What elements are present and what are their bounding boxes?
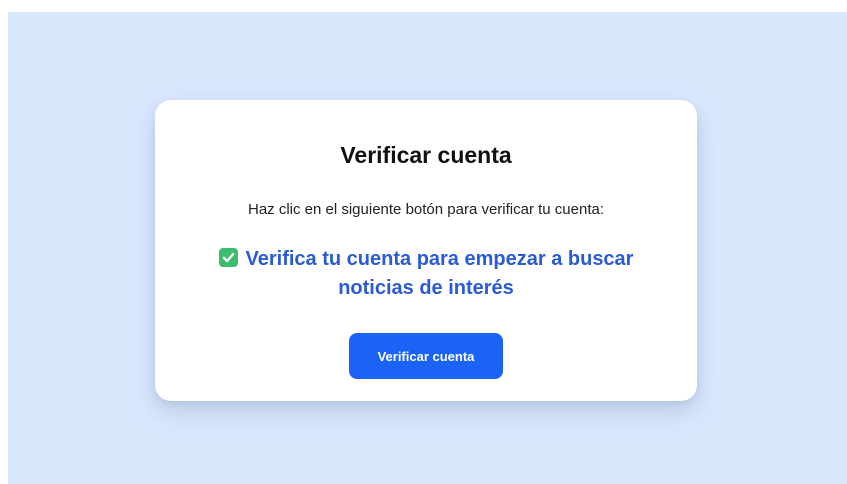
page-background: Verificar cuenta Haz clic en el siguient…: [8, 12, 847, 484]
check-mark-icon: [218, 248, 238, 267]
card-title: Verificar cuenta: [340, 142, 512, 168]
highlight-message: Verifica tu cuenta para empezar a buscar…: [215, 245, 637, 303]
highlight-line-2: noticias de interés: [338, 277, 514, 299]
highlight-line-1: Verifica tu cuenta para empezar a buscar: [245, 248, 634, 270]
verify-account-button[interactable]: Verificar cuenta: [349, 333, 503, 379]
instruction-text: Haz clic en el siguiente botón para veri…: [247, 201, 605, 218]
verification-card: Verificar cuenta Haz clic en el siguient…: [155, 100, 697, 401]
